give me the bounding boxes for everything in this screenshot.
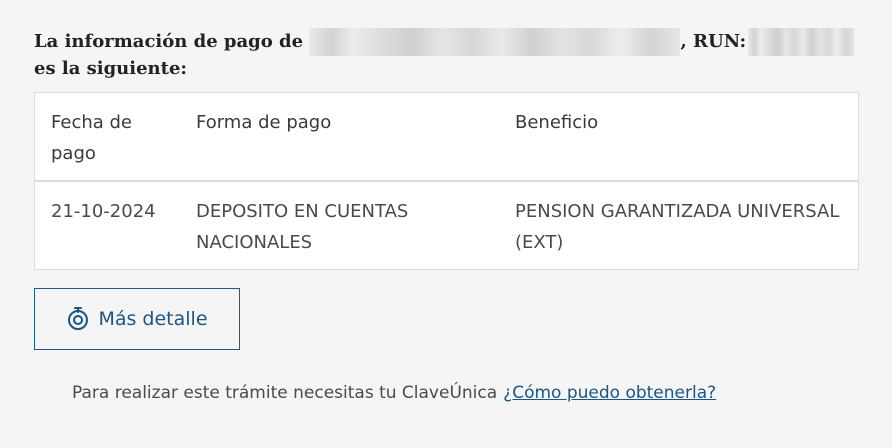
header-forma: Forma de pago bbox=[180, 92, 499, 182]
target-icon bbox=[66, 306, 90, 332]
payment-info-intro: La información de pago de , RUN: es la s… bbox=[34, 28, 854, 82]
claveunica-help-link[interactable]: ¿Cómo puedo obtenerla? bbox=[503, 383, 716, 403]
cell-beneficio: PENSION GARANTIZADA UNIVERSAL (EXT) bbox=[515, 201, 840, 253]
intro-run-label: , RUN: bbox=[680, 31, 747, 52]
footer-note: Para realizar este trámite necesitas tu … bbox=[72, 379, 716, 407]
footer-text: Para realizar este trámite necesitas tu … bbox=[72, 383, 498, 403]
header-fecha: Fecha de pago bbox=[34, 92, 180, 182]
redacted-name bbox=[309, 28, 680, 56]
more-detail-label: Más detalle bbox=[98, 308, 208, 330]
cell-forma: DEPOSITO EN CUENTAS NACIONALES bbox=[196, 201, 409, 253]
intro-prefix: La información de pago de bbox=[34, 31, 304, 52]
payment-table: Fecha de pago Forma de pago Beneficio 21… bbox=[34, 92, 859, 270]
header-beneficio: Beneficio bbox=[499, 92, 859, 182]
table-row: 21-10-2024 DEPOSITO EN CUENTAS NACIONALE… bbox=[35, 181, 859, 270]
table-header-row: Fecha de pago Forma de pago Beneficio bbox=[34, 92, 859, 182]
intro-line-2: es la siguiente: bbox=[34, 58, 188, 79]
redacted-run bbox=[748, 28, 854, 56]
intro-line-1: La información de pago de , RUN: bbox=[34, 28, 854, 56]
cell-fecha: 21-10-2024 bbox=[51, 201, 156, 222]
more-detail-button[interactable]: Más detalle bbox=[34, 288, 240, 350]
